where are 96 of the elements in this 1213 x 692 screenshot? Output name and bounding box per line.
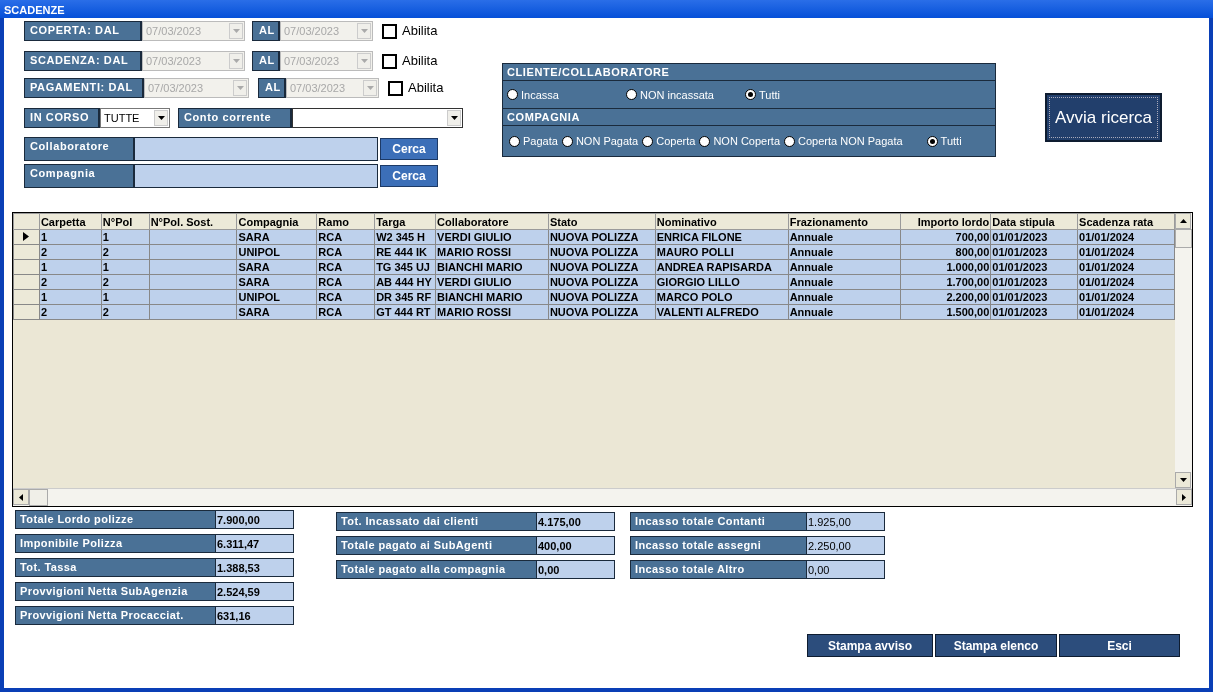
column-header[interactable]: Stato bbox=[548, 213, 656, 230]
radio-option[interactable]: NON incassata bbox=[622, 88, 741, 101]
field-label: Conto corrente bbox=[178, 108, 292, 128]
total-label: Totale pagato ai SubAgenti bbox=[336, 536, 537, 555]
radio-button[interactable] bbox=[745, 89, 756, 101]
total-label: Incasso totale Altro bbox=[630, 560, 807, 579]
caret-icon bbox=[357, 53, 371, 69]
column-header[interactable]: Data stipula bbox=[990, 213, 1078, 230]
scroll-down-icon[interactable] bbox=[1179, 478, 1187, 482]
checkbox-label: Abilita bbox=[402, 53, 438, 68]
field-label: AL bbox=[252, 51, 280, 71]
total-label: Provvigioni Netta Procacciat. bbox=[15, 606, 216, 625]
radio-button[interactable] bbox=[561, 135, 573, 147]
total-label: Tot. Tassa bbox=[15, 558, 216, 577]
caret-icon bbox=[447, 110, 461, 126]
column-header[interactable]: Ramo bbox=[316, 213, 375, 230]
radio-button[interactable] bbox=[642, 135, 654, 147]
window-title: SCADENZE bbox=[0, 0, 1213, 18]
column-header[interactable]: Carpetta bbox=[39, 213, 102, 230]
search-button[interactable]: Cerca bbox=[380, 138, 438, 160]
total-label: Totale pagato alla compagnia bbox=[336, 560, 537, 579]
action-button[interactable]: Stampa elenco bbox=[935, 634, 1057, 657]
column-header[interactable]: Compagnia bbox=[237, 213, 317, 230]
radio-button[interactable] bbox=[784, 135, 796, 147]
field-label: AL bbox=[258, 78, 286, 98]
column-header[interactable]: N°Pol. Sost. bbox=[149, 213, 237, 230]
total-label: Provvigioni Netta SubAgenzia bbox=[15, 582, 216, 601]
total-value: 631,16 bbox=[216, 606, 294, 625]
radio-button[interactable] bbox=[926, 135, 938, 147]
radio-option[interactable]: NON Pagata bbox=[561, 135, 639, 148]
caret-icon bbox=[233, 80, 247, 96]
field-label: Collaboratore bbox=[24, 137, 135, 161]
radio-button[interactable] bbox=[507, 89, 518, 101]
radio-button[interactable] bbox=[626, 89, 637, 101]
panel-title: CLIENTE/COLLABORATORE bbox=[503, 64, 995, 81]
radio-option[interactable]: Tutti bbox=[926, 135, 962, 148]
total-label: Tot. Incassato dai clienti bbox=[336, 512, 537, 531]
radio-option[interactable]: Pagata bbox=[509, 135, 558, 148]
scrollbar-thumb[interactable] bbox=[1175, 229, 1192, 248]
radio-option[interactable]: Coperta bbox=[642, 135, 696, 148]
total-label: Incasso totale assegni bbox=[630, 536, 807, 555]
column-header[interactable]: Nominativo bbox=[655, 213, 789, 230]
radio-option[interactable]: Tutti bbox=[741, 88, 860, 101]
total-value: 2.250,00 bbox=[807, 536, 885, 555]
caret-icon bbox=[363, 80, 377, 96]
search-button[interactable]: Avvia ricerca bbox=[1045, 93, 1162, 142]
total-value: 2.524,59 bbox=[216, 582, 294, 601]
field-label: AL bbox=[252, 21, 280, 41]
column-header[interactable]: Targa bbox=[374, 213, 436, 230]
radio-option[interactable]: NON Coperta bbox=[699, 135, 781, 148]
input-field[interactable] bbox=[135, 164, 378, 188]
total-label: Totale Lordo polizze bbox=[15, 510, 216, 529]
checkbox-label: Abilita bbox=[408, 80, 444, 95]
status-dropdown[interactable]: TUTTE bbox=[100, 108, 170, 128]
column-header[interactable]: Scadenza rata bbox=[1077, 213, 1175, 230]
total-label: Incasso totale Contanti bbox=[630, 512, 807, 531]
action-button[interactable]: Stampa avviso bbox=[807, 634, 933, 657]
column-header[interactable]: Frazionamento bbox=[788, 213, 901, 230]
total-value: 400,00 bbox=[537, 536, 615, 555]
total-value: 1.925,00 bbox=[807, 512, 885, 531]
caret-icon bbox=[357, 23, 371, 39]
current-row-icon bbox=[23, 232, 29, 241]
radio-option[interactable]: Incassa bbox=[503, 88, 622, 101]
scroll-left-icon[interactable] bbox=[19, 493, 23, 501]
vertical-scrollbar[interactable] bbox=[1175, 213, 1192, 488]
total-value: 4.175,00 bbox=[537, 512, 615, 531]
column-header[interactable]: Collaboratore bbox=[435, 213, 549, 230]
caret-icon bbox=[229, 23, 243, 39]
field-label: IN CORSO bbox=[24, 108, 100, 128]
search-button[interactable]: Cerca bbox=[380, 165, 438, 187]
action-button[interactable]: Esci bbox=[1059, 634, 1180, 657]
total-value: 0,00 bbox=[807, 560, 885, 579]
panel-title: COMPAGNIA bbox=[503, 109, 995, 127]
radio-option[interactable]: Coperta NON Pagata bbox=[784, 135, 903, 148]
field-label: PAGAMENTI: DAL bbox=[24, 78, 144, 98]
scroll-up-icon[interactable] bbox=[1179, 219, 1187, 223]
caret-icon bbox=[229, 53, 243, 69]
scrollbar-thumb[interactable] bbox=[29, 489, 48, 506]
column-header[interactable]: N°Pol bbox=[101, 213, 150, 230]
total-label: Imponibile Polizza bbox=[15, 534, 216, 553]
total-value: 7.900,00 bbox=[216, 510, 294, 529]
total-value: 6.311,47 bbox=[216, 534, 294, 553]
caret-icon bbox=[154, 110, 168, 126]
checkbox-label: Abilita bbox=[402, 23, 438, 38]
field-label: SCADENZA: DAL bbox=[24, 51, 142, 71]
total-value: 1.388,53 bbox=[216, 558, 294, 577]
input-field[interactable] bbox=[135, 137, 378, 161]
field-label: COPERTA: DAL bbox=[24, 21, 142, 41]
total-value: 0,00 bbox=[537, 560, 615, 579]
horizontal-scrollbar[interactable] bbox=[13, 488, 1192, 506]
field-label: Compagnia bbox=[24, 164, 135, 188]
scroll-right-icon[interactable] bbox=[1182, 493, 1186, 501]
account-dropdown[interactable] bbox=[292, 108, 463, 128]
radio-button[interactable] bbox=[509, 135, 520, 147]
radio-button[interactable] bbox=[699, 135, 711, 147]
column-header[interactable]: Importo lordo bbox=[900, 213, 991, 230]
